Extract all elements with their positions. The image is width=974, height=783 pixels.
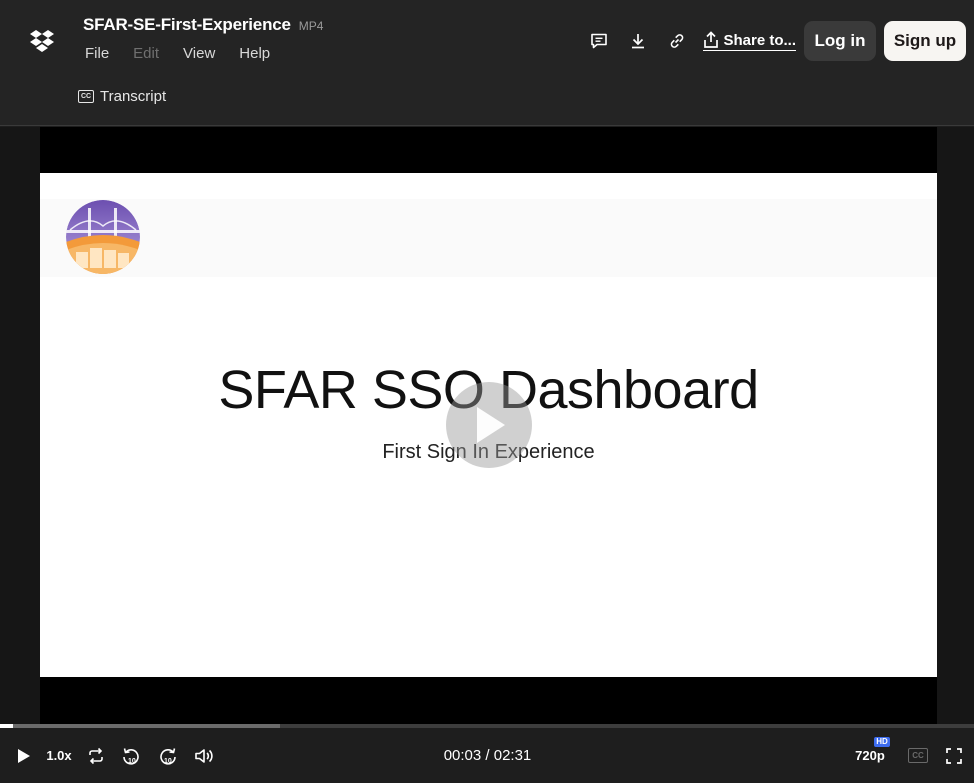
fullscreen-icon [946,747,962,764]
file-type-badge: MP4 [298,19,324,33]
sfar-logo-image [66,200,140,274]
menu-help[interactable]: Help [239,45,270,62]
menu-edit: Edit [133,45,160,62]
slide-header-band [40,199,937,277]
loop-button[interactable] [84,728,108,783]
closed-caption-icon: CC [908,748,928,763]
hd-badge: HD [874,737,890,747]
menu-view[interactable]: View [183,45,215,62]
menu-bar: File Edit View Help [85,45,294,62]
transcript-label: Transcript [100,88,167,105]
quality-value: 720p [855,748,885,763]
copy-link-button[interactable] [659,21,695,61]
header-actions: Share to... Log in Sign up [578,21,966,61]
link-icon [671,34,684,48]
play-button[interactable] [10,728,38,783]
big-play-button[interactable] [446,382,532,468]
sign-up-button[interactable]: Sign up [884,21,966,61]
download-button[interactable] [620,21,656,61]
transcript-button[interactable]: CC Transcript [78,88,166,105]
volume-button[interactable] [192,728,216,783]
play-icon [477,407,505,443]
rewind-10-icon: 10 [123,747,139,765]
captions-button: CC [906,728,930,783]
video-frame[interactable]: SFAR SSO Dashboard First Sign In Experie… [40,127,937,724]
video-stage: SFAR SSO Dashboard First Sign In Experie… [0,127,974,724]
svg-text:10: 10 [128,758,136,765]
share-icon [704,31,719,48]
volume-icon [195,748,213,763]
play-icon [18,748,30,763]
quality-button[interactable]: 720p HD [850,728,890,783]
forward-10-icon: 10 [160,747,176,765]
video-slide: SFAR SSO Dashboard First Sign In Experie… [40,173,937,677]
top-bar: SFAR-SE-First-Experience MP4 File Edit V… [0,0,974,126]
share-label: Share to... [723,31,796,49]
loop-icon [89,747,103,764]
file-title-row: SFAR-SE-First-Experience MP4 [83,15,323,35]
forward-10-button[interactable]: 10 [156,728,180,783]
quality-label: 720p HD [855,737,890,763]
file-title[interactable]: SFAR-SE-First-Experience [83,15,291,35]
download-icon [632,34,645,49]
share-button[interactable]: Share to... [703,31,796,51]
playback-speed-button[interactable]: 1.0x [44,728,74,783]
log-in-button[interactable]: Log in [804,21,876,61]
dropbox-logo-icon[interactable] [30,30,54,52]
comment-icon [591,33,608,49]
svg-text:10: 10 [164,758,172,765]
rewind-10-button[interactable]: 10 [119,728,143,783]
player-controls: 1.0x 10 10 00:03 / 02:31 720p HD CC [0,728,974,783]
closed-caption-icon: CC [78,90,94,103]
menu-file[interactable]: File [85,45,109,62]
time-display: 00:03 / 02:31 [443,747,532,764]
comment-button[interactable] [581,21,617,61]
fullscreen-button[interactable] [942,728,966,783]
